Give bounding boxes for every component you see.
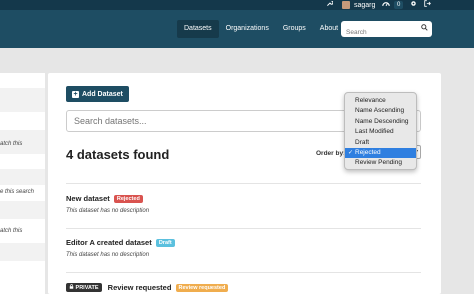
dataset-item: Editor A created dataset Draft — [66, 238, 175, 247]
order-option-name-asc[interactable]: Name Ascending — [345, 106, 416, 116]
sidebar-row — [0, 88, 45, 112]
sidebar-item-watch-2[interactable]: atch this — [0, 228, 22, 234]
order-by-label: Order by: — [316, 150, 346, 157]
order-option-label: Rejected — [355, 148, 381, 156]
sidebar-item-watch[interactable]: atch this — [0, 141, 22, 147]
order-option-review-pending[interactable]: Review Pending — [345, 158, 416, 168]
dashboard-icon — [382, 0, 390, 11]
lock-icon — [69, 284, 74, 289]
order-option-rejected[interactable]: ✓ Rejected — [345, 147, 416, 159]
results-count: 4 datasets found — [66, 147, 170, 162]
status-badge-rejected: Rejected — [113, 195, 143, 203]
dashboard-count-badge: 0 — [394, 1, 404, 9]
order-option-name-desc[interactable]: Name Descending — [345, 117, 416, 127]
nav-organizations[interactable]: Organizations — [219, 20, 276, 38]
sidebar-row — [0, 243, 45, 261]
order-option-draft[interactable]: Draft — [345, 138, 416, 148]
nav-datasets[interactable]: Datasets — [177, 20, 219, 38]
gear-icon — [410, 0, 417, 11]
avatar — [342, 1, 350, 9]
order-by-dropdown: Relevance Name Ascending Name Descending… — [344, 92, 417, 170]
account-bar: sagarg 0 — [0, 0, 474, 10]
admin-link[interactable] — [326, 0, 334, 11]
dataset-description: This dataset has no description — [66, 252, 150, 258]
username: sagarg — [354, 1, 376, 9]
wrench-icon — [326, 0, 334, 11]
dataset-title-link[interactable]: Review requested — [108, 283, 172, 292]
dataset-search-input[interactable] — [67, 111, 367, 131]
checkmark-icon: ✓ — [348, 149, 354, 156]
sidebar-row — [0, 169, 45, 185]
logout-icon — [424, 0, 431, 11]
status-badge-draft: Draft — [155, 239, 175, 247]
dataset-description: This dataset has no description — [66, 208, 150, 214]
status-badge-review: Review requested — [175, 284, 229, 292]
dataset-item: PRIVATE Review requested Review requeste… — [66, 283, 229, 292]
sidebar-item-search[interactable]: e this search — [0, 189, 34, 195]
sidebar-row — [0, 201, 45, 219]
plus-icon: + — [72, 90, 79, 98]
order-option-last-modified[interactable]: Last Modified — [345, 127, 416, 137]
private-badge: PRIVATE — [66, 283, 102, 292]
logout-link[interactable] — [424, 0, 431, 10]
search-icon[interactable] — [421, 24, 428, 33]
site-search — [341, 21, 432, 41]
site-search-input[interactable] — [341, 24, 415, 41]
add-dataset-button[interactable]: + Add Dataset — [66, 86, 129, 102]
main-nav: Datasets Organizations Groups About — [177, 20, 345, 38]
nav-groups[interactable]: Groups — [276, 20, 313, 38]
dataset-item: New dataset Rejected — [66, 194, 143, 203]
private-label: PRIVATE — [75, 285, 99, 291]
divider — [66, 183, 421, 184]
add-dataset-label: Add Dataset — [82, 90, 123, 98]
user-link[interactable]: sagarg — [342, 0, 375, 10]
dashboard-link[interactable]: 0 — [382, 0, 404, 11]
dataset-title-link[interactable]: New dataset — [66, 194, 110, 203]
settings-link[interactable] — [410, 0, 417, 10]
divider — [66, 228, 421, 229]
sidebar: atch this e this search atch this — [0, 73, 45, 294]
order-option-relevance[interactable]: Relevance — [345, 96, 416, 106]
dataset-title-link[interactable]: Editor A created dataset — [66, 238, 152, 247]
divider — [66, 272, 421, 273]
